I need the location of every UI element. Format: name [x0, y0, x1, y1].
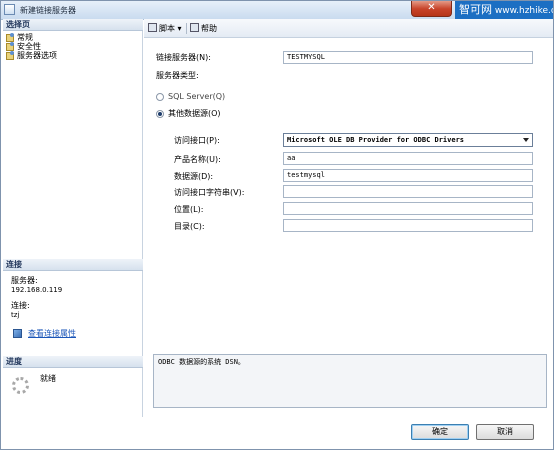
provider-select[interactable]: Microsoft OLE DB Provider for ODBC Drive…	[283, 133, 533, 147]
catalog-input[interactable]	[283, 219, 533, 232]
page-icon	[6, 42, 15, 51]
chevron-down-icon	[523, 138, 529, 142]
script-icon	[148, 23, 157, 32]
sql-server-radio-label: SQL Server(Q)	[168, 92, 226, 101]
help-button[interactable]: 帮助	[190, 23, 217, 34]
close-button[interactable]: ✕	[411, 0, 452, 17]
description-box: ODBC 数据源的系统 DSN。	[153, 354, 547, 408]
help-label: 帮助	[201, 24, 217, 33]
linked-server-input[interactable]: TESTMYSQL	[283, 51, 533, 64]
script-label: 脚本	[159, 24, 175, 33]
window-title: 新建链接服务器	[20, 6, 76, 15]
connection-value: tzj	[11, 311, 20, 319]
progress-spinner-icon	[12, 377, 29, 394]
toolbar-separator	[186, 23, 187, 34]
title-bar: 新建链接服务器 ✕ 智可网 www.hzhike.com	[0, 0, 554, 20]
help-icon	[190, 23, 199, 32]
watermark: 智可网 www.hzhike.com	[455, 0, 554, 20]
select-page-header: 选择页	[3, 19, 143, 31]
sql-server-radio[interactable]	[156, 93, 164, 101]
page-item-general[interactable]: 常规	[6, 33, 33, 42]
location-input[interactable]	[283, 202, 533, 215]
provider-select-value: Microsoft OLE DB Provider for ODBC Drive…	[287, 136, 465, 144]
page-icon	[6, 33, 15, 42]
ok-button[interactable]: 确定	[411, 424, 469, 440]
catalog-label: 目录(C):	[174, 222, 205, 231]
toolbar: 脚本 ▾ 帮助	[144, 19, 554, 38]
server-label: 服务器:	[11, 276, 38, 285]
view-connection-properties-link[interactable]: 查看连接属性	[28, 328, 76, 339]
properties-icon	[13, 329, 22, 338]
cancel-button[interactable]: 取消	[476, 424, 534, 440]
product-name-label: 产品名称(U):	[174, 155, 221, 164]
page-item-label: 服务器选项	[17, 51, 57, 60]
page-icon	[6, 51, 15, 60]
page-item-server-options[interactable]: 服务器选项	[6, 51, 57, 60]
location-label: 位置(L):	[174, 205, 204, 214]
linked-server-label: 链接服务器(N):	[156, 53, 211, 62]
other-data-source-radio-label: 其他数据源(O)	[168, 109, 221, 118]
window-icon	[4, 4, 15, 15]
data-source-label: 数据源(D):	[174, 172, 214, 181]
progress-header: 进度	[3, 356, 143, 368]
server-type-label: 服务器类型:	[156, 71, 199, 80]
script-button[interactable]: 脚本 ▾	[148, 23, 182, 34]
page-item-label: 常规	[17, 33, 33, 42]
data-source-input[interactable]: testmysql	[283, 169, 533, 182]
connection-label: 连接:	[11, 301, 30, 310]
product-name-input[interactable]: aa	[283, 152, 533, 165]
watermark-url: www.hzhike.com	[494, 6, 554, 16]
connection-header: 连接	[3, 259, 143, 271]
provider-string-label: 访问接口字符串(V):	[174, 188, 245, 197]
page-item-security[interactable]: 安全性	[6, 42, 41, 51]
provider-string-input[interactable]	[283, 185, 533, 198]
page-item-label: 安全性	[17, 42, 41, 51]
server-value: 192.168.0.119	[11, 286, 63, 294]
progress-status: 就绪	[40, 374, 56, 383]
provider-label: 访问接口(P):	[174, 136, 220, 145]
watermark-cn: 智可网	[459, 3, 492, 16]
other-data-source-radio[interactable]	[156, 110, 164, 118]
